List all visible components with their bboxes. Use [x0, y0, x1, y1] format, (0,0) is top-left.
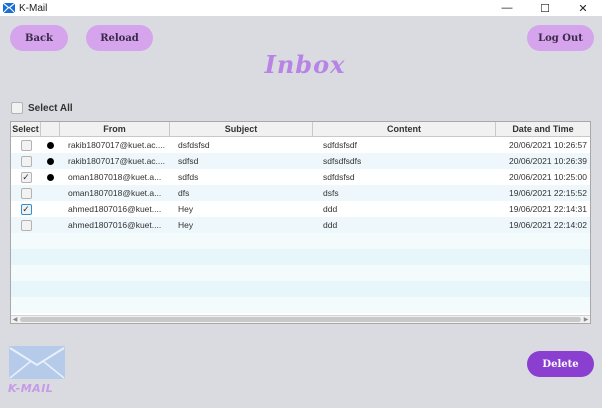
cell-content: dsfs — [323, 188, 339, 198]
unread-dot-icon — [47, 173, 54, 181]
table-row[interactable]: rakib1807017@kuet.ac.... sdfsd sdfsdfsdfs 2… — [11, 153, 590, 169]
cell-datetime: 19/06/2021 22:14:02 — [509, 220, 587, 230]
empty-row — [11, 233, 590, 249]
cell-from: oman1807018@kuet.a... — [68, 172, 162, 182]
title-bar: K-Mail — ☐ ✕ — [0, 0, 602, 16]
cell-subject: sdfsd — [178, 156, 199, 166]
row-select-checkbox[interactable]: ✓ — [20, 171, 32, 183]
page-title: Inbox — [264, 50, 346, 79]
table-row[interactable]: ✓ oman1807018@kuet.a... sdfds sdfdsfsd 20/06… — [11, 169, 590, 185]
select-all-row[interactable]: Select All — [11, 102, 73, 114]
cell-from: ahmed1807016@kuet.... — [68, 204, 162, 214]
inbox-table: Select From Subject Content Date and Tim… — [10, 121, 591, 324]
cell-content: sdfdsfsdf — [323, 140, 358, 150]
unread-dot-icon — [47, 157, 54, 165]
app-mail-icon — [3, 3, 15, 13]
unread-indicator — [41, 157, 60, 165]
cell-content: ddd — [323, 204, 338, 214]
table-row[interactable]: ✓ ahmed1807016@kuet.... Hey ddd 19/06/2021 2… — [11, 201, 590, 217]
table-row[interactable]: ahmed1807016@kuet.... Hey ddd 19/06/2021 22… — [11, 217, 590, 233]
row-select-checkbox[interactable] — [20, 219, 32, 231]
window-title: K-Mail — [19, 2, 48, 14]
cell-from: rakib1807017@kuet.ac.... — [68, 156, 165, 166]
table-header: Select From Subject Content Date and Tim… — [11, 122, 590, 137]
cell-subject: Hey — [178, 220, 194, 230]
cell-subject: sdfds — [178, 172, 199, 182]
minimize-button[interactable]: — — [488, 0, 526, 16]
header-content[interactable]: Content — [313, 122, 496, 136]
empty-row — [11, 297, 590, 313]
cell-content: ddd — [323, 220, 338, 230]
header-subject[interactable]: Subject — [170, 122, 313, 136]
cell-datetime: 20/06/2021 10:25:00 — [509, 172, 587, 182]
header-from[interactable]: From — [60, 122, 170, 136]
scrollbar-thumb[interactable] — [20, 317, 581, 322]
table-row[interactable]: rakib1807017@kuet.ac.... dsfdsfsd sdfdsfsd… — [11, 137, 590, 153]
cell-content: sdfsdfsdfs — [323, 156, 362, 166]
row-select-checkbox[interactable] — [20, 139, 32, 151]
cell-content: sdfdsfsd — [323, 172, 355, 182]
row-select-checkbox[interactable] — [20, 187, 32, 199]
header-status[interactable] — [41, 122, 60, 136]
logo-text: K-MAIL — [8, 382, 54, 395]
header-select[interactable]: Select — [11, 122, 41, 136]
scroll-left-icon[interactable]: ◀ — [11, 316, 19, 323]
unread-dot-icon — [47, 141, 54, 149]
unread-indicator — [41, 141, 60, 149]
horizontal-scrollbar[interactable]: ◀ ▶ — [11, 315, 590, 323]
maximize-button[interactable]: ☐ — [526, 0, 564, 16]
row-select-checkbox[interactable] — [20, 155, 32, 167]
empty-row — [11, 281, 590, 297]
cell-from: oman1807018@kuet.a... — [68, 188, 162, 198]
cell-subject: dsfdsfsd — [178, 140, 210, 150]
reload-button[interactable]: Reload — [86, 25, 153, 51]
cell-subject: Hey — [178, 204, 194, 214]
envelope-icon — [9, 346, 65, 379]
cell-datetime: 19/06/2021 22:14:31 — [509, 204, 587, 214]
logout-button[interactable]: Log Out — [527, 25, 594, 51]
header-datetime[interactable]: Date and Time — [496, 122, 590, 136]
cell-from: rakib1807017@kuet.ac.... — [68, 140, 165, 150]
select-all-checkbox[interactable] — [11, 102, 23, 114]
delete-button[interactable]: Delete — [527, 351, 594, 377]
scroll-right-icon[interactable]: ▶ — [582, 316, 590, 323]
row-select-checkbox[interactable]: ✓ — [20, 203, 32, 215]
empty-row — [11, 265, 590, 281]
cell-datetime: 20/06/2021 10:26:39 — [509, 156, 587, 166]
cell-datetime: 20/06/2021 10:26:57 — [509, 140, 587, 150]
back-button[interactable]: Back — [10, 25, 68, 51]
kmail-logo: K-MAIL — [8, 346, 66, 395]
cell-datetime: 19/06/2021 22:15:52 — [509, 188, 587, 198]
table-body: rakib1807017@kuet.ac.... dsfdsfsd sdfdsfsd… — [11, 137, 590, 313]
unread-indicator — [41, 173, 60, 181]
cell-subject: dfs — [178, 188, 190, 198]
close-button[interactable]: ✕ — [564, 0, 602, 16]
cell-from: ahmed1807016@kuet.... — [68, 220, 162, 230]
empty-row — [11, 249, 590, 265]
select-all-label: Select All — [28, 102, 73, 114]
table-row[interactable]: oman1807018@kuet.a... dfs dsfs 19/06/2021 2… — [11, 185, 590, 201]
